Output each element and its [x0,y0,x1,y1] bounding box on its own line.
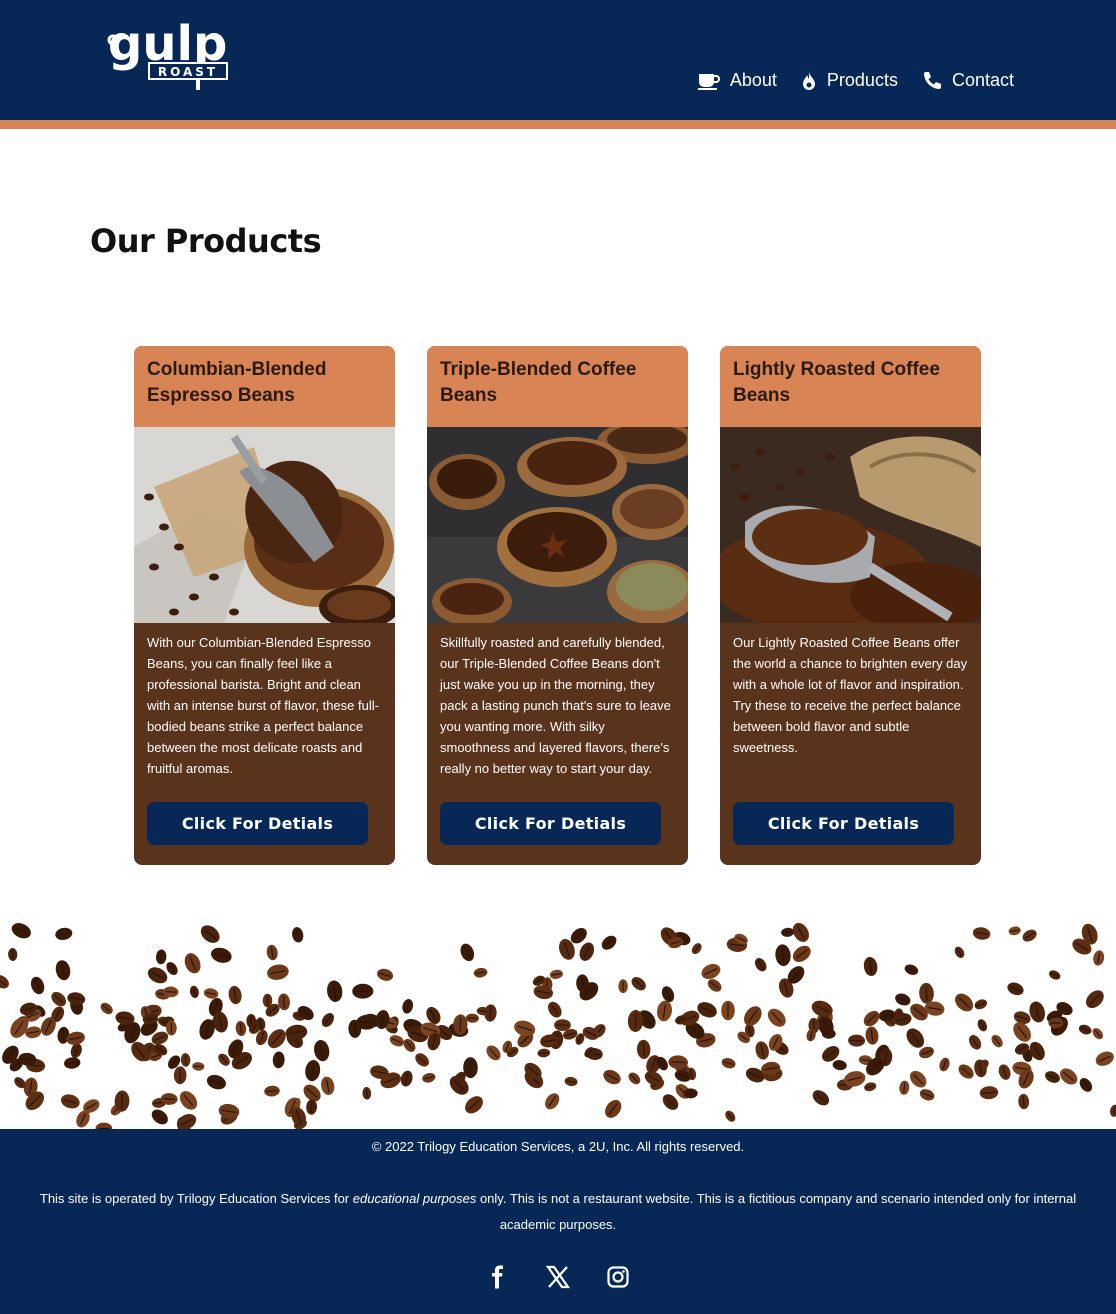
disclaimer-emphasis: educational purposes [352,1191,477,1206]
page-title: Our Products [90,222,322,260]
facebook-icon[interactable] [486,1265,510,1289]
nav-products[interactable]: Products [801,70,898,91]
copyright-text: © 2022 Trilogy Education Services, a 2U,… [371,1139,745,1154]
card-title: Triple-Blended Coffee Beans [440,359,637,406]
header-accent-stripe [0,120,1116,129]
card-title: Lightly Roasted Coffee Beans [733,359,940,406]
card-description: With our Columbian-Blended Espresso Bean… [147,635,379,776]
coffee-beans-banner-image [0,922,1116,1130]
social-links [0,1265,1116,1289]
card-title: Columbian-Blended Espresso Beans [147,359,327,406]
x-twitter-icon[interactable] [546,1265,570,1289]
coffee-cup-icon [697,73,720,90]
disclaimer-text-end: only. This is not a restaurant website. … [476,1191,1077,1232]
gulp-roast-logo[interactable]: gulp ROAST [104,22,234,94]
nav-about[interactable]: About [697,70,777,91]
details-button[interactable]: Click For Detials [147,802,368,845]
nav-products-label: Products [826,70,898,90]
flame-icon [802,71,815,90]
site-footer: © 2022 Trilogy Education Services, a 2U,… [0,1129,1116,1314]
product-card: Columbian-Blended Espresso Beans With ou… [134,346,395,865]
disclaimer-text-start: This site is operated by Trilogy Educati… [39,1191,353,1206]
product-cards: Columbian-Blended Espresso Beans With ou… [134,346,981,865]
product-card: Triple-Blended Coffee Beans Skillfully r… [427,346,688,865]
main-nav: About Products Contact [697,70,1014,91]
product-card: Lightly Roasted Coffee Beans Our Lightly… [720,346,981,865]
phone-icon [923,71,941,89]
disclaimer-text: This site is operated by Trilogy Educati… [30,1186,1086,1238]
card-description: Our Lightly Roasted Coffee Beans offer t… [733,635,968,755]
card-header: Columbian-Blended Espresso Beans [134,346,395,427]
coffee-sack-scoop-image [720,427,981,623]
nav-contact-label: Contact [951,70,1014,90]
card-header: Triple-Blended Coffee Beans [427,346,688,427]
details-button[interactable]: Click For Detials [733,802,954,845]
logo-subtext: ROAST [158,65,218,79]
coffee-beans-scoop-image [134,427,395,623]
nav-contact[interactable]: Contact [922,70,1014,91]
card-header: Lightly Roasted Coffee Beans [720,346,981,427]
site-header: gulp ROAST About Products Contact [0,0,1116,120]
card-description: Skillfully roasted and carefully blended… [440,635,671,776]
details-button[interactable]: Click For Detials [440,802,661,845]
coffee-bowls-image [427,427,688,623]
instagram-icon[interactable] [606,1265,630,1289]
nav-about-label: About [729,70,777,90]
